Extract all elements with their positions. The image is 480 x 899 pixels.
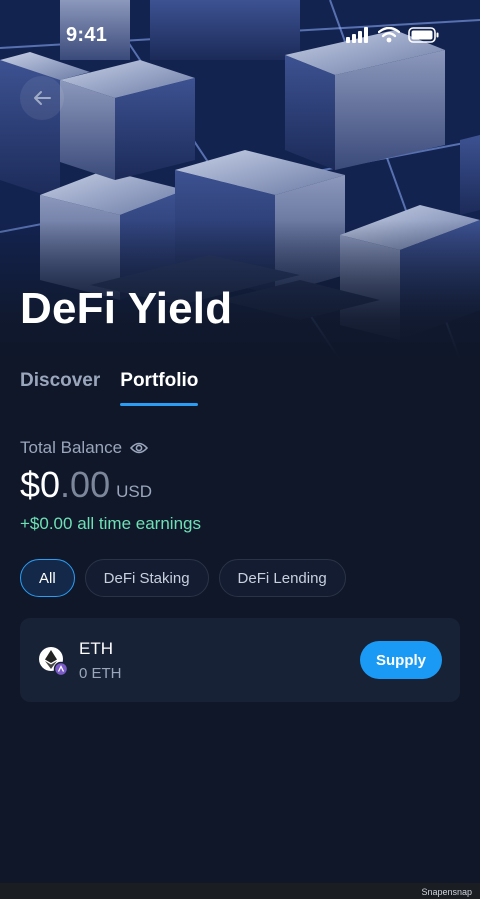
arrow-left-icon bbox=[34, 91, 51, 105]
earnings-text: +$0.00 all time earnings bbox=[20, 514, 201, 533]
filter-chip-all[interactable]: All bbox=[20, 559, 75, 597]
tab-portfolio[interactable]: Portfolio bbox=[120, 370, 199, 406]
page-title: DeFi Yield bbox=[20, 284, 233, 333]
balance-cents: .00 bbox=[60, 464, 111, 505]
filter-chips: All DeFi Staking DeFi Lending bbox=[20, 559, 346, 597]
total-balance-label: Total Balance bbox=[20, 438, 149, 458]
asset-name: ETH bbox=[79, 638, 113, 658]
balance-main: $0 bbox=[20, 464, 61, 505]
ethereum-icon bbox=[38, 646, 69, 677]
asset-info: ETH 0 ETH bbox=[79, 639, 122, 682]
supply-button[interactable]: Supply bbox=[359, 641, 442, 679]
total-balance-text: Total Balance bbox=[20, 438, 123, 457]
asset-amount: 0 ETH bbox=[79, 664, 122, 682]
status-icons bbox=[346, 27, 440, 43]
watermark: Snapensnap bbox=[421, 887, 472, 897]
status-bar: 9:41 bbox=[0, 0, 480, 70]
filter-chip-defi-lending[interactable]: DeFi Lending bbox=[218, 559, 346, 597]
tab-bar: Discover Portfolio bbox=[20, 370, 199, 406]
eye-icon[interactable] bbox=[130, 441, 149, 455]
wifi-icon bbox=[378, 27, 400, 43]
status-time: 9:41 bbox=[66, 23, 108, 46]
back-button[interactable] bbox=[20, 76, 64, 120]
signal-icon bbox=[346, 27, 368, 43]
tab-discover[interactable]: Discover bbox=[20, 370, 100, 406]
balance-amount: $0 .00 USD bbox=[20, 464, 152, 506]
asset-card-eth[interactable]: ETH 0 ETH Supply bbox=[20, 618, 460, 702]
footer-bar bbox=[0, 883, 480, 899]
balance-unit: USD bbox=[116, 482, 152, 501]
battery-icon bbox=[408, 27, 439, 43]
filter-chip-defi-staking[interactable]: DeFi Staking bbox=[84, 559, 209, 597]
